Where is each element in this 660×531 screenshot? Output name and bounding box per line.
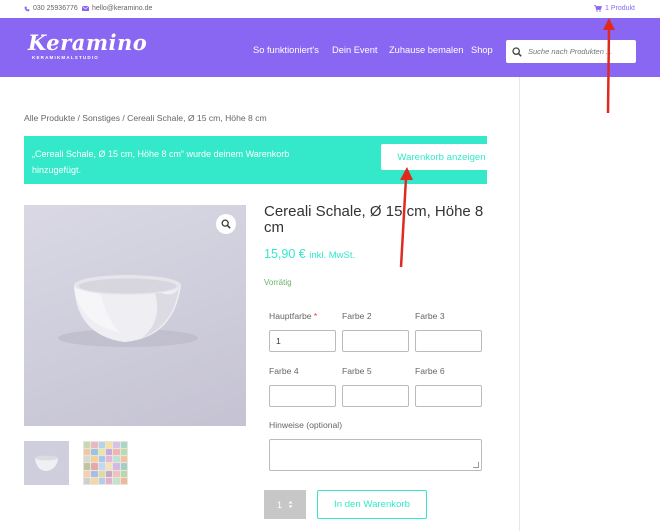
thumbnail-color-chart[interactable] [83,441,128,485]
nav-item-dein-event[interactable]: Dein Event [332,45,377,55]
quantity-stepper[interactable]: 1 [264,490,306,519]
zoom-icon [221,219,231,229]
field-label-farbe-3: Farbe 3 [415,311,445,321]
price-amount: 15,90 € [264,247,306,261]
notes-textarea[interactable] [269,439,482,471]
resize-grip-icon[interactable] [473,462,479,468]
search-box[interactable] [506,40,636,63]
field-label-farbe-2: Farbe 2 [342,311,372,321]
cart-notice: „Cereali Schale, Ø 15 cm, Höhe 8 cm“ wur… [24,136,502,184]
notice-message: „Cereali Schale, Ø 15 cm, Höhe 8 cm“ wur… [32,149,290,175]
notes-label: Hinweise (optional) [269,420,343,430]
search-icon [512,46,522,57]
search-input[interactable] [528,47,628,56]
site-logo[interactable]: Keramino KERAMIKMALSTUDIO [28,30,148,61]
mail-icon [82,6,89,11]
nav-item-so-funktionierts[interactable]: So funktioniert's [253,45,319,55]
hauptfarbe-input[interactable]: 1 [269,330,336,352]
add-to-cart-button[interactable]: In den Warenkorb [317,490,427,519]
email-link[interactable]: hello@keramino.de [82,5,152,12]
field-label-farbe-5: Farbe 5 [342,366,372,376]
cart-link[interactable]: 1 Produkt [594,5,635,12]
bowl-thumbnail-image [35,455,58,471]
top-bar: 030 25936776 hello@keramino.de 1 Produkt [0,0,660,18]
product-price: 15,90 € inkl. MwSt. [264,247,355,261]
breadcrumb[interactable]: Alle Produkte / Sonstiges / Cereali Scha… [24,113,267,123]
bowl-image [58,275,198,347]
thumbnail-bowl[interactable] [24,441,69,485]
email-address: hello@keramino.de [92,5,153,12]
logo-text: Keramino [28,30,148,55]
farbe-2-input[interactable] [342,330,409,352]
cart-count: 1 Produkt [605,5,635,12]
view-cart-button[interactable]: Warenkorb anzeigen [381,144,502,170]
farbe-6-input[interactable] [415,385,482,407]
zoom-button[interactable] [216,214,236,234]
field-label-farbe-4: Farbe 4 [269,366,299,376]
product-title: Cereali Schale, Ø 15 cm, Höhe 8 cm [264,203,484,236]
nav-item-zuhause-bemalen[interactable]: Zuhause bemalen [389,45,463,55]
stock-status: Vorrätig [264,278,292,287]
field-label-farbe-6: Farbe 6 [415,366,445,376]
phone-icon [24,6,30,11]
sidebar-divider [519,77,520,531]
farbe-3-input[interactable] [415,330,482,352]
required-marker: * [313,311,318,321]
tax-note: inkl. MwSt. [309,250,356,261]
phone-number: 030 25936776 [33,5,78,12]
phone-link[interactable]: 030 25936776 [24,5,78,12]
field-label-hauptfarbe: Hauptfarbe * [269,311,318,321]
product-image[interactable] [24,205,246,426]
quantity-value: 1 [276,499,282,510]
farbe-5-input[interactable] [342,385,409,407]
logo-subtitle: KERAMIKMALSTUDIO [32,55,99,60]
farbe-4-input[interactable] [269,385,336,407]
cart-icon [594,5,603,12]
main-header: Keramino KERAMIKMALSTUDIO So funktionier… [0,18,660,77]
stepper-arrows-icon[interactable] [288,500,293,509]
nav-item-shop[interactable]: Shop [471,45,493,55]
